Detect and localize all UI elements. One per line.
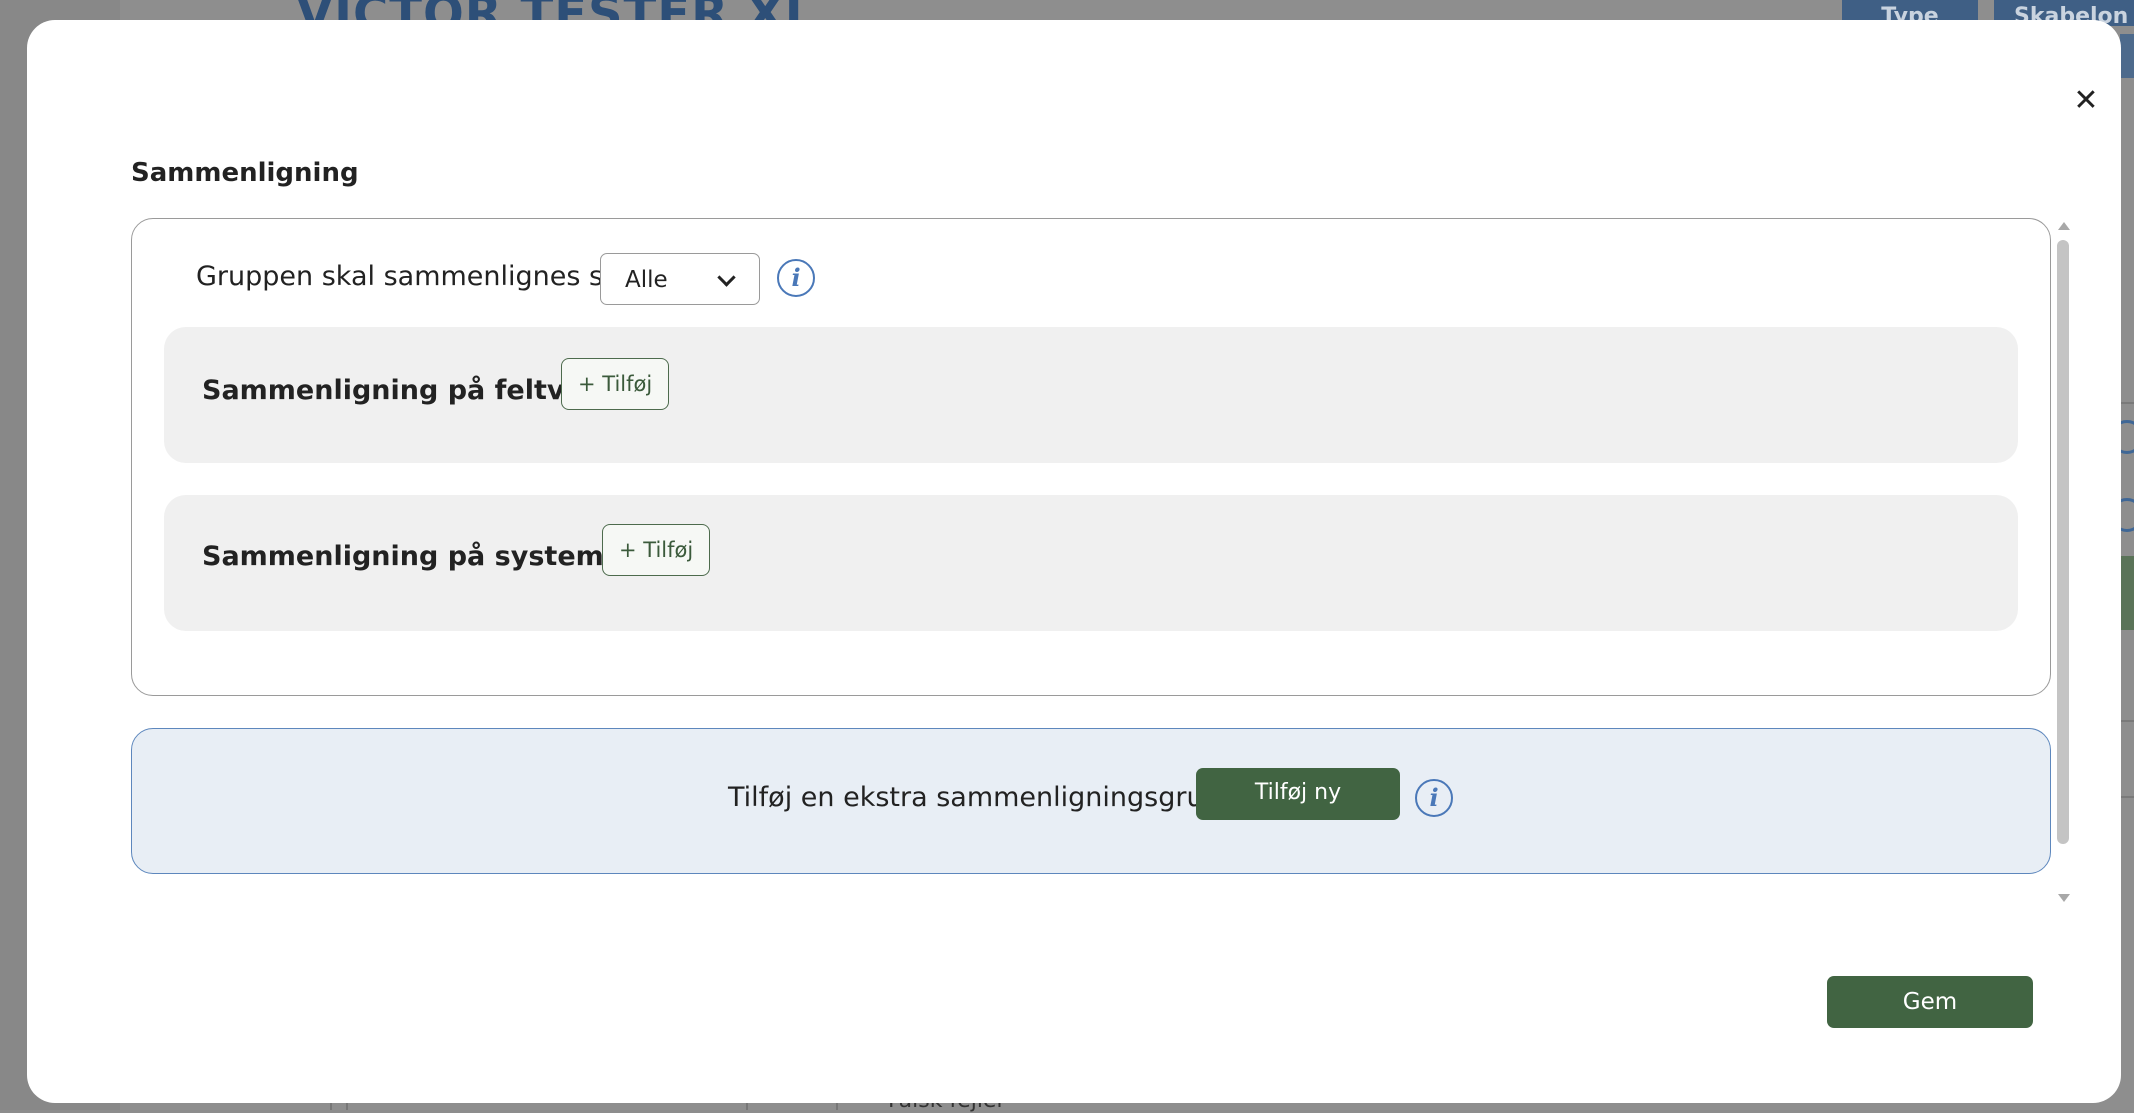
add-comparison-group-section: Tilføj en ekstra sammenligningsgruppe Ti… — [131, 728, 2051, 874]
modal-title: Sammenligning — [131, 158, 359, 188]
chevron-down-icon — [717, 268, 736, 287]
background-row-divider — [2120, 402, 2134, 404]
close-icon[interactable]: ✕ — [2071, 86, 2101, 116]
background-highlight-row — [2120, 556, 2134, 630]
comparison-group: Gruppen skal sammenlignes som: Alle i Sa… — [131, 218, 2051, 696]
modal-scroll-area[interactable]: Gruppen skal sammenlignes som: Alle i Sa… — [131, 218, 2071, 906]
save-button[interactable]: Gem — [1827, 976, 2033, 1028]
scroll-up-arrow-icon[interactable] — [2058, 222, 2070, 230]
add-new-group-button[interactable]: Tilføj ny — [1196, 768, 1400, 820]
background-table-header — [2120, 34, 2134, 78]
background-row-divider — [2120, 720, 2134, 722]
add-field-value-button[interactable]: + Tilføj — [561, 358, 670, 410]
compare-mode-value: Alle — [625, 267, 668, 293]
add-system-value-button[interactable]: + Tilføj — [602, 524, 711, 576]
field-value-comparison-panel: Sammenligning på feltværdi + Tilføj — [164, 327, 2018, 463]
comparison-modal: ✕ Sammenligning Gruppen skal sammenligne… — [27, 20, 2121, 1103]
info-icon[interactable]: i — [777, 259, 815, 297]
add-comparison-group-label: Tilføj en ekstra sammenligningsgruppe — [728, 782, 1255, 813]
scroll-down-arrow-icon[interactable] — [2058, 894, 2070, 902]
system-value-comparison-panel: Sammenligning på systemværdi + Tilføj — [164, 495, 2018, 631]
compare-mode-label: Gruppen skal sammenlignes som: — [196, 261, 656, 292]
scrollbar-thumb[interactable] — [2057, 240, 2069, 844]
compare-mode-select[interactable]: Alle — [600, 253, 760, 305]
scrollbar[interactable] — [2055, 218, 2071, 906]
background-row-divider — [2120, 796, 2134, 798]
info-icon[interactable]: i — [1415, 779, 1453, 817]
